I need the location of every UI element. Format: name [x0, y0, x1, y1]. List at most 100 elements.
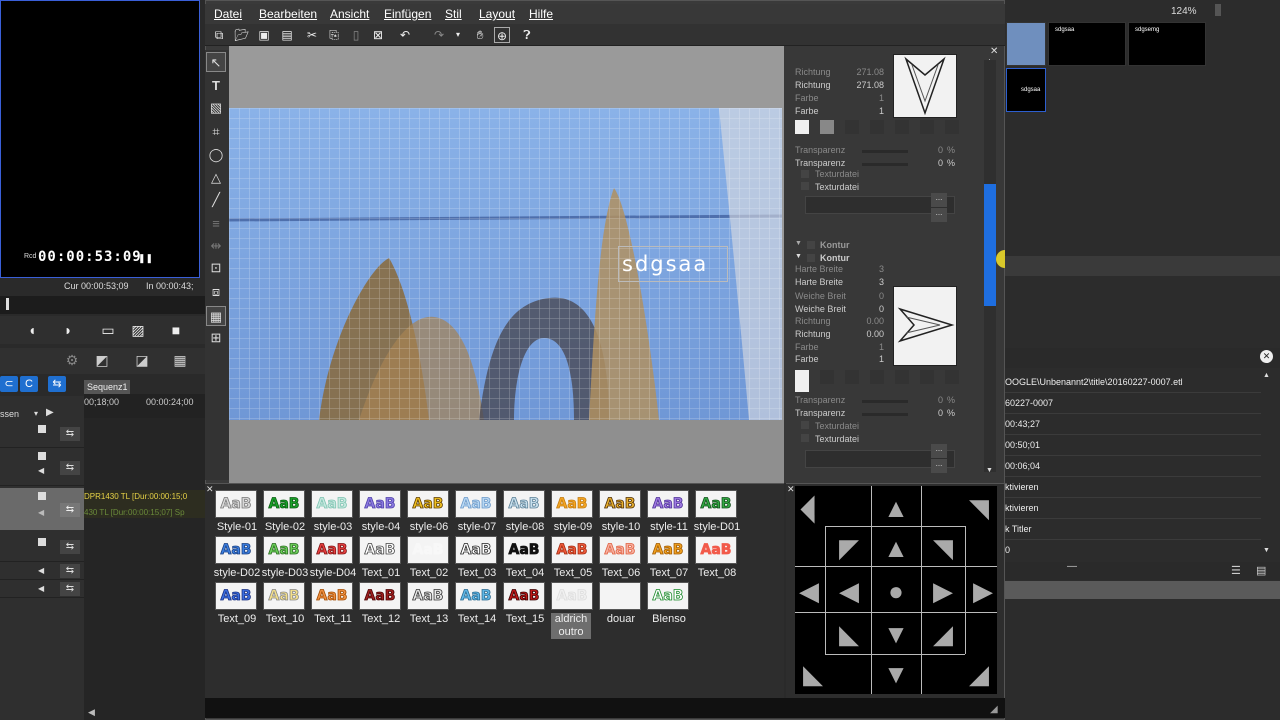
arrow-down-left-inner-icon[interactable]: ◣: [831, 616, 867, 652]
align-tool-icon[interactable]: ≡: [206, 214, 226, 234]
color-swatch[interactable]: [845, 370, 859, 384]
style-preset-thumbnail[interactable]: AaB: [311, 582, 353, 610]
soft-width-input[interactable]: 0: [844, 304, 884, 314]
speaker-icon[interactable]: ◀: [38, 508, 44, 517]
arrow-up-inner-icon[interactable]: ▲: [878, 530, 914, 566]
style-preset-thumbnail[interactable]: AaB: [647, 536, 689, 564]
arrow-down-inner-icon[interactable]: ▼: [878, 616, 914, 652]
bin-thumbnail[interactable]: [1006, 22, 1046, 66]
color-swatch[interactable]: [945, 370, 959, 384]
scroll-left-icon[interactable]: ◀: [88, 707, 95, 718]
checkbox[interactable]: [801, 170, 809, 178]
style-preset-thumbnail[interactable]: AaB: [599, 582, 641, 610]
sync-lock-icon[interactable]: ⇆: [48, 376, 66, 392]
browse-button[interactable]: ...: [931, 193, 947, 207]
hard-width-input[interactable]: 3: [844, 277, 884, 287]
set-in-icon[interactable]: ◖: [24, 322, 40, 338]
checkbox[interactable]: [807, 241, 815, 249]
scrub-bar[interactable]: [0, 296, 205, 314]
style-preset[interactable]: AaB Text_01: [357, 536, 405, 582]
style-preset-thumbnail[interactable]: AaB: [695, 490, 737, 518]
delete-icon[interactable]: ⊠: [370, 27, 386, 43]
style-preset[interactable]: AaB aldrich outro: [549, 582, 597, 639]
transparency-slider[interactable]: [862, 150, 908, 153]
transparency-input[interactable]: 0: [903, 408, 943, 418]
center-circle-icon[interactable]: ●: [878, 573, 914, 609]
style-preset[interactable]: AaB Text_14: [453, 582, 501, 628]
style-preset-thumbnail[interactable]: AaB: [647, 582, 689, 610]
track-toggle-icon[interactable]: [38, 425, 46, 433]
track-play-icon[interactable]: ▶: [46, 407, 54, 418]
transparency-input[interactable]: 0: [903, 158, 943, 168]
style-preset-thumbnail[interactable]: AaB: [551, 536, 593, 564]
style-preset-thumbnail[interactable]: AaB: [407, 582, 449, 610]
close-icon[interactable]: ✕: [990, 46, 998, 57]
style-preset-thumbnail[interactable]: AaB: [359, 582, 401, 610]
style-preset[interactable]: AaB style-11: [645, 490, 693, 536]
style-preset[interactable]: AaB style-08: [501, 490, 549, 536]
style-preset-thumbnail[interactable]: AaB: [215, 490, 257, 518]
color-swatch[interactable]: [820, 120, 834, 134]
style-preset[interactable]: AaB Text_15: [501, 582, 549, 628]
track-toggle-icon[interactable]: [38, 538, 46, 546]
image-tool-icon[interactable]: ▧: [206, 98, 226, 118]
style-preset[interactable]: AaB style-D04: [309, 536, 357, 582]
direction-input[interactable]: 0.00: [844, 329, 884, 339]
track-sync-icon[interactable]: ⇆: [60, 503, 80, 517]
style-preset[interactable]: AaB style-06: [405, 490, 453, 536]
style-preset-thumbnail[interactable]: AaB: [263, 582, 305, 610]
arrow-down-left-icon[interactable]: ◣: [795, 656, 831, 692]
scroll-down-icon[interactable]: ▼: [986, 467, 993, 474]
save-as-icon[interactable]: ▤: [279, 27, 295, 43]
arrow-up-icon[interactable]: ▲: [878, 490, 914, 526]
fit-view-icon[interactable]: ⊕: [494, 27, 510, 43]
scroll-down-icon[interactable]: ▼: [1263, 547, 1270, 554]
color-swatch[interactable]: [945, 120, 959, 134]
frame-tool-icon[interactable]: ⊡: [206, 258, 226, 278]
color-swatch[interactable]: [870, 370, 884, 384]
color-count-input[interactable]: 1: [844, 106, 884, 116]
arrow-down-right-inner-icon[interactable]: ◢: [925, 616, 961, 652]
arrow-right-inner-icon[interactable]: ▶: [925, 573, 961, 609]
select-tool-icon[interactable]: ↖: [206, 52, 226, 72]
magnet-icon[interactable]: ⊂: [0, 376, 18, 392]
hand-icon[interactable]: ✋︎: [472, 27, 488, 43]
style-preset-thumbnail[interactable]: AaB: [599, 490, 641, 518]
arrow-down-icon[interactable]: ▼: [878, 656, 914, 692]
safe-area-tool-icon[interactable]: ⊞: [206, 328, 226, 348]
style-preset[interactable]: AaB Text_08: [693, 536, 741, 582]
track-sync-icon[interactable]: ⇆: [60, 582, 80, 596]
style-preset[interactable]: AaB Text_04: [501, 536, 549, 582]
resize-grip-icon[interactable]: ◢: [990, 704, 998, 715]
color-swatch[interactable]: [820, 370, 834, 384]
style-preset-thumbnail[interactable]: AaB: [599, 536, 641, 564]
properties-icon[interactable]: ▤: [1256, 564, 1266, 577]
color-swatch[interactable]: [870, 120, 884, 134]
style-preset[interactable]: AaB Text_11: [309, 582, 357, 628]
style-preset-thumbnail[interactable]: AaB: [311, 490, 353, 518]
settings-icon[interactable]: ⚙: [64, 352, 80, 368]
menu-einfuegen[interactable]: Einfügen: [384, 7, 431, 21]
style-preset[interactable]: AaB style-D01: [693, 490, 741, 536]
style-preset-thumbnail[interactable]: AaB: [455, 490, 497, 518]
style-preset[interactable]: AaB Style-01: [213, 490, 261, 536]
style-preset[interactable]: AaB style-D02: [213, 536, 261, 582]
cut-icon[interactable]: ◪: [134, 352, 150, 368]
menu-hilfe[interactable]: Hilfe: [529, 7, 553, 21]
style-preset-thumbnail[interactable]: AaB: [407, 490, 449, 518]
paste-icon[interactable]: ▯: [348, 27, 364, 43]
style-preset-thumbnail[interactable]: AaB: [263, 536, 305, 564]
color-swatch[interactable]: [795, 370, 809, 392]
browse-button[interactable]: ...: [931, 444, 947, 458]
style-preset[interactable]: AaB style-03: [309, 490, 357, 536]
style-preset[interactable]: AaB douar: [597, 582, 645, 628]
style-preset[interactable]: AaB Text_10: [261, 582, 309, 628]
clear-icon[interactable]: ▨: [130, 322, 146, 338]
track-toggle-icon[interactable]: [38, 452, 46, 460]
menu-layout[interactable]: Layout: [479, 7, 515, 21]
style-preset[interactable]: AaB Style-02: [261, 490, 309, 536]
style-preset-thumbnail[interactable]: AaB: [407, 536, 449, 564]
track-sync-icon[interactable]: ⇆: [60, 540, 80, 554]
zoom-slider-handle[interactable]: [1215, 4, 1221, 16]
clip-icon[interactable]: ▭: [100, 322, 116, 338]
